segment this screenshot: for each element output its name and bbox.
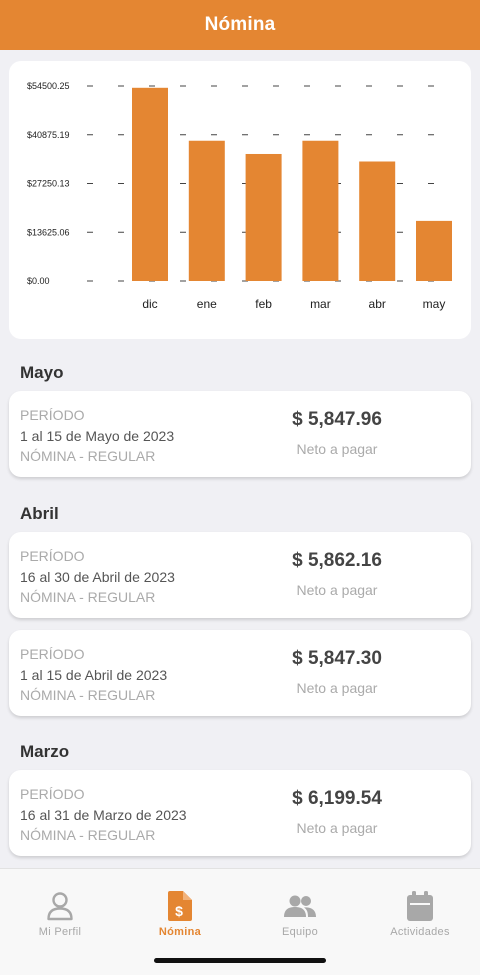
person-icon: [47, 892, 73, 921]
period-label: PERÍODO: [20, 407, 85, 423]
y-tick-label: $54500.25: [27, 81, 70, 91]
tab-nomina[interactable]: $ Nómina: [120, 869, 240, 949]
home-indicator: [154, 958, 326, 963]
payroll-type: NÓMINA - REGULAR: [20, 687, 156, 703]
y-tick-label: $40875.19: [27, 130, 70, 140]
net-label: Neto a pagar: [296, 441, 378, 457]
payroll-type: NÓMINA - REGULAR: [20, 827, 156, 843]
section-title-marzo: Marzo: [20, 742, 70, 761]
net-label: Neto a pagar: [296, 582, 378, 598]
calendar-icon: [407, 891, 433, 921]
net-amount: $ 5,862.16: [292, 550, 382, 571]
section-title-abril: Abril: [20, 504, 59, 523]
payroll-card[interactable]: PERÍODO 1 al 15 de Abril de 2023 NÓMINA …: [9, 630, 471, 716]
tab-label: Equipo: [281, 926, 319, 938]
x-tick-label: mar: [310, 297, 331, 311]
net-label: Neto a pagar: [296, 680, 378, 696]
bar-may: [416, 220, 452, 281]
x-tick-label: may: [423, 297, 446, 311]
payroll-card[interactable]: PERÍODO 1 al 15 de Mayo de 2023 NÓMINA -…: [9, 391, 471, 477]
period-label: PERÍODO: [20, 548, 85, 564]
payroll-card[interactable]: PERÍODO 16 al 31 de Marzo de 2023 NÓMINA…: [9, 770, 471, 856]
team-icon: [284, 895, 316, 917]
x-tick-label: abr: [369, 297, 386, 311]
y-tick-label: $27250.13: [27, 179, 70, 189]
section-title-mayo: Mayo: [20, 363, 64, 382]
tab-label: Actividades: [390, 926, 450, 938]
tab-equipo[interactable]: Equipo: [240, 869, 360, 949]
app-header: Nómina: [0, 0, 480, 50]
payroll-card[interactable]: PERÍODO 16 al 30 de Abril de 2023 NÓMINA…: [9, 532, 471, 618]
bar-dic: [132, 87, 168, 281]
period-label: PERÍODO: [20, 646, 85, 662]
bar-mar: [302, 140, 339, 281]
period-range: 1 al 15 de Abril de 2023: [20, 666, 168, 683]
net-amount: $ 5,847.96: [292, 409, 382, 430]
y-tick-label: $0.00: [27, 276, 50, 286]
page-title: Nómina: [204, 14, 276, 35]
payroll-document-icon: $: [168, 891, 192, 921]
payroll-scroll-view[interactable]: $54500.25 $40875.19 $27250.13 $13625.06 $0.0…: [0, 50, 480, 868]
y-tick-label: $13625.06: [27, 227, 70, 237]
tab-label: Mi Perfil: [38, 926, 82, 938]
payroll-type: NÓMINA - REGULAR: [20, 448, 156, 464]
net-amount: $ 5,847.30: [292, 648, 382, 669]
bar-feb: [245, 153, 282, 281]
tab-actividades[interactable]: Actividades: [360, 869, 480, 949]
svg-text:$: $: [175, 903, 183, 919]
period-range: 16 al 30 de Abril de 2023: [20, 568, 175, 585]
period-label: PERÍODO: [20, 786, 85, 802]
payroll-chart-card: $54500.25 $40875.19 $27250.13 $13625.06 $0.0…: [9, 61, 471, 339]
tab-mi-perfil[interactable]: Mi Perfil: [0, 869, 120, 949]
net-label: Neto a pagar: [296, 820, 378, 836]
tab-label: Nómina: [158, 926, 202, 938]
bar-ene: [188, 140, 225, 281]
x-tick-label: ene: [197, 297, 217, 311]
payroll-bar-chart: $54500.25 $40875.19 $27250.13 $13625.06 $0.0…: [27, 81, 452, 311]
period-range: 16 al 31 de Marzo de 2023: [20, 806, 187, 823]
period-range: 1 al 15 de Mayo de 2023: [20, 427, 175, 444]
x-tick-label: feb: [255, 297, 272, 311]
payroll-type: NÓMINA - REGULAR: [20, 589, 156, 605]
net-amount: $ 6,199.54: [292, 788, 382, 809]
bar-abr: [359, 161, 396, 281]
x-tick-label: dic: [142, 297, 157, 311]
